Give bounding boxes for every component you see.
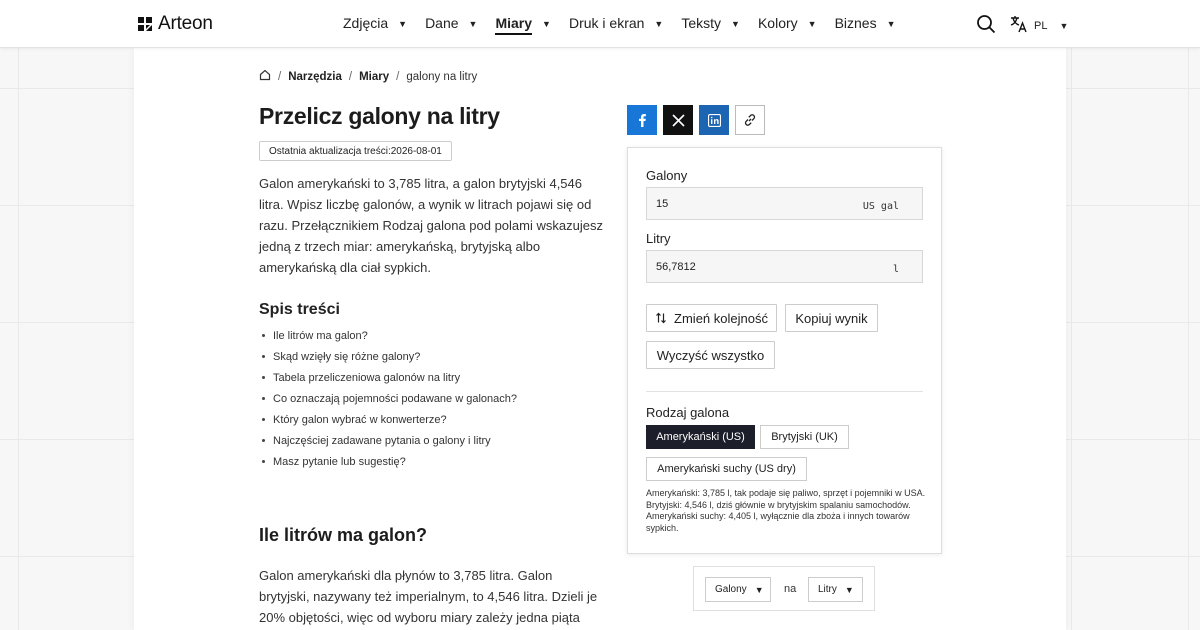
nav-label: Biznes	[834, 15, 877, 31]
unit-pair-separator: na	[784, 583, 797, 595]
translate-icon	[1010, 15, 1028, 36]
x-icon	[671, 113, 685, 127]
caret-down-icon: ▼	[542, 19, 551, 29]
share-x-button[interactable]	[663, 105, 693, 135]
share-facebook-button[interactable]	[627, 105, 657, 135]
toc-link[interactable]: Masz pytanie lub sugestię?	[262, 453, 517, 474]
swap-order-label: Zmień kolejność	[674, 310, 768, 326]
caret-down-icon: ▼	[731, 19, 740, 29]
breadcrumb-item-miary[interactable]: Miary	[359, 71, 389, 83]
toc-link[interactable]: Najczęściej zadawane pytania o galony i …	[262, 432, 517, 453]
last-updated-badge: Ostatnia aktualizacja treści:2026-08-01	[259, 141, 452, 161]
copy-link-button[interactable]	[735, 105, 765, 135]
to-field-label: Litry	[646, 231, 671, 246]
toc-link[interactable]: Tabela przeliczeniowa galonów na litry	[262, 369, 517, 390]
nav-label: Druk i ekran	[568, 15, 645, 31]
caret-down-icon: ▼	[807, 19, 817, 29]
logo-mark-icon	[137, 16, 153, 32]
logo-text: Arteon	[158, 13, 213, 34]
swap-arrows-icon	[655, 312, 667, 324]
from-unit-select[interactable]: Galony ▼	[705, 577, 771, 602]
table-of-contents: Ile litrów ma galon? Skąd wzięły się róż…	[262, 327, 517, 474]
unit-pair-selector: Galony ▼ na Litry ▼	[693, 566, 875, 611]
gallon-type-label: Rodzaj galona	[646, 405, 730, 420]
nav-label: Dane	[425, 15, 459, 31]
nav-label: Teksty	[681, 15, 722, 31]
breadcrumb-separator: /	[278, 70, 282, 83]
caret-down-icon: ▼	[886, 19, 896, 29]
breadcrumb-separator: /	[348, 70, 353, 83]
nav-label: Miary	[495, 13, 533, 35]
facebook-icon	[639, 114, 646, 127]
section-title: Ile litrów ma galon?	[259, 525, 428, 545]
share-buttons	[627, 105, 765, 135]
liters-unit: l	[892, 264, 899, 275]
nav-item-biznes[interactable]: Biznes ▼	[835, 0, 896, 48]
toc-title: Spis treści	[259, 301, 340, 318]
clear-all-button[interactable]: Wyczyść wszystko	[646, 341, 775, 369]
link-icon	[744, 114, 756, 126]
caret-down-icon: ▼	[468, 19, 478, 29]
caret-down-icon: ▼	[398, 19, 408, 29]
share-linkedin-button[interactable]	[699, 105, 729, 135]
toc-link[interactable]: Skąd wzięły się różne galony?	[262, 348, 517, 369]
gallon-type-note: Amerykański: 3,785 l, tak podaje się pal…	[646, 488, 926, 533]
gallons-unit: US gal	[862, 201, 899, 212]
gallons-input[interactable]: 15 US gal	[646, 187, 923, 220]
nav-item-miary[interactable]: Miary ▼	[495, 0, 551, 48]
breadcrumb-item-narzedzia[interactable]: Narzędzia	[288, 71, 342, 83]
toc-link[interactable]: Który galon wybrać w konwerterze?	[262, 411, 517, 432]
top-navigation-bar: Arteon Zdjęcia ▼ Dane ▼ Miary ▼ Druk i e…	[0, 0, 1200, 48]
nav-label: Kolory	[757, 15, 798, 31]
caret-down-icon: ▼	[844, 584, 854, 595]
to-unit-select[interactable]: Litry ▼	[808, 577, 863, 602]
nav-item-zdjecia[interactable]: Zdjęcia ▼	[343, 0, 407, 48]
intro-paragraph: Galon amerykański to 3,785 litra, a galo…	[259, 176, 603, 275]
divider	[646, 391, 923, 392]
language-code: PL	[1034, 19, 1048, 32]
liters-value: 56,7812	[656, 260, 696, 273]
logo[interactable]: Arteon	[137, 13, 213, 35]
from-unit-value: Galony	[715, 584, 747, 595]
from-field-label: Galony	[646, 168, 688, 183]
gallons-value: 15	[656, 197, 669, 210]
gallon-type-us-dry-option[interactable]: Amerykański suchy (US dry)	[646, 457, 807, 481]
nav-item-kolory[interactable]: Kolory ▼	[758, 0, 817, 48]
search-icon[interactable]	[976, 14, 996, 34]
caret-down-icon: ▼	[654, 19, 664, 29]
to-unit-value: Litry	[818, 584, 837, 595]
nav-label: Zdjęcia	[343, 15, 389, 31]
caret-down-icon: ▼	[1059, 20, 1069, 31]
page-title: Przelicz galony na litry	[259, 103, 500, 129]
breadcrumb: / Narzędzia / Miary / galony na litry	[259, 69, 477, 84]
breadcrumb-current: galony na litry	[406, 70, 478, 83]
main-nav: Zdjęcia ▼ Dane ▼ Miary ▼ Druk i ekran ▼ …	[343, 0, 914, 48]
copy-result-button[interactable]: Kopiuj wynik	[785, 304, 878, 332]
swap-order-button[interactable]: Zmień kolejność	[646, 304, 777, 332]
linkedin-icon	[707, 113, 721, 127]
language-switcher[interactable]: PL ▼	[1010, 15, 1068, 36]
section-paragraph: Galon amerykański dla płynów to 3,785 li…	[259, 568, 598, 625]
caret-down-icon: ▼	[754, 584, 764, 595]
toc-link[interactable]: Co oznaczają pojemności podawane w galon…	[262, 390, 517, 411]
gallon-type-uk-option[interactable]: Brytyjski (UK)	[760, 425, 849, 449]
converter-card: Galony 15 US gal Litry 56,7812 l Zmień k…	[627, 147, 942, 554]
nav-item-dane[interactable]: Dane ▼	[425, 0, 477, 48]
home-icon[interactable]	[259, 69, 271, 84]
nav-item-druk-i-ekran[interactable]: Druk i ekran ▼	[569, 0, 663, 48]
nav-item-teksty[interactable]: Teksty ▼	[681, 0, 740, 48]
breadcrumb-separator: /	[396, 70, 400, 83]
liters-input[interactable]: 56,7812 l	[646, 250, 923, 283]
toc-link[interactable]: Ile litrów ma galon?	[262, 327, 517, 348]
gallon-type-us-option[interactable]: Amerykański (US)	[646, 425, 755, 449]
